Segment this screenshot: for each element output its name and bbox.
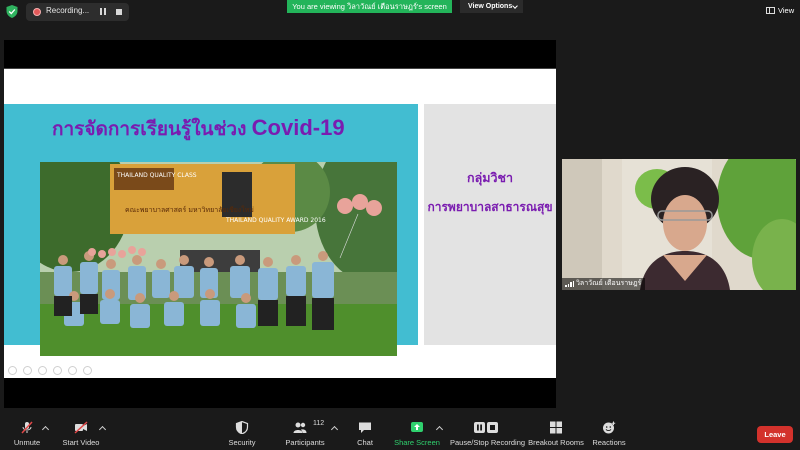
slide-subject-name: การพยาบาลสาธารณสุข (427, 200, 553, 214)
unmute-label: Unmute (13, 438, 41, 447)
slide-divider (4, 68, 556, 69)
pause-stop-recording-button[interactable]: Pause/Stop Recording (450, 415, 526, 450)
stop-recording-icon[interactable] (116, 9, 122, 15)
shared-screen: การจัดการเรียนรู้ในช่วง Covid-19 THAILAN… (4, 40, 556, 408)
breakout-rooms-button[interactable]: Breakout Rooms (528, 415, 584, 450)
breakout-rooms-icon (550, 421, 562, 434)
share-screen-icon (411, 422, 423, 432)
start-video-button[interactable]: Start Video (60, 415, 102, 450)
group-photo-image: THAILAND QUALITY CLASS THAILAND QUALITY … (40, 162, 397, 356)
group-photo: THAILAND QUALITY CLASS THAILAND QUALITY … (40, 162, 397, 356)
view-options-button[interactable]: View Options (460, 0, 523, 13)
banner-text-1: THAILAND QUALITY CLASS (116, 172, 197, 179)
leave-button[interactable]: Leave (757, 426, 793, 443)
participant-name-tag: วิลาวัณย์ เตือนราษฎร์ (562, 278, 646, 290)
recording-indicator: Recording... (26, 3, 129, 21)
slide-subject-group: กลุ่มวิชา (467, 171, 513, 185)
participants-label: Participants (285, 438, 325, 447)
banner-text-2: THAILAND QUALITY AWARD 2016 (225, 217, 326, 224)
shield-icon (235, 421, 249, 434)
slide-more-icon[interactable] (83, 366, 92, 375)
viewing-screen-banner: You are viewing วิลาวัณย์ เตือนราษฎร์'s … (287, 0, 452, 13)
pause-stop-recording-label: Pause/Stop Recording (450, 438, 526, 447)
banner-text-3: คณะพยาบาลศาสตร์ มหาวิทยาลัยเชียงใหม่ (125, 205, 254, 214)
slide-pen-icon[interactable] (38, 366, 47, 375)
participants-count: 112 (313, 420, 325, 427)
pause-stop-icon (474, 422, 498, 433)
slide-pointer-icon[interactable] (23, 366, 32, 375)
participants-button[interactable]: 112 Participants (282, 415, 328, 450)
pause-recording-icon[interactable] (100, 8, 108, 16)
unmute-button[interactable]: Unmute (8, 415, 46, 450)
share-screen-label: Share Screen (394, 438, 440, 447)
slide-controls (8, 366, 108, 376)
participants-icon (293, 422, 307, 433)
breakout-rooms-label: Breakout Rooms (528, 438, 584, 447)
view-options-label: View Options (468, 3, 513, 10)
layout-view-icon (766, 7, 775, 14)
presentation-slide: การจัดการเรียนรู้ในช่วง Covid-19 THAILAN… (4, 68, 556, 378)
participant-video-image (562, 159, 796, 290)
video-off-icon (74, 421, 88, 434)
participants-options-chevron-icon[interactable] (330, 425, 339, 434)
reactions-label: Reactions (592, 438, 626, 447)
slide-title-thai: การจัดการเรียนรู้ในช่วง (52, 119, 247, 140)
muted-mic-icon (21, 421, 33, 434)
slide-grid-icon[interactable] (53, 366, 62, 375)
reactions-smiley-icon (603, 421, 616, 434)
slide-zoom-icon[interactable] (68, 366, 77, 375)
view-button[interactable]: View (762, 4, 798, 18)
participant-video-tile[interactable]: วิลาวัณย์ เตือนราษฎร์ (562, 159, 796, 290)
slide-side-panel: กลุ่มวิชา การพยาบาลสาธารณสุข (424, 104, 556, 345)
slide-title-en: Covid-19 (251, 115, 345, 140)
zoom-meeting-window: Recording... You are viewing วิลาวัณย์ เ… (0, 0, 800, 450)
top-bar: Recording... You are viewing วิลาวัณย์ เ… (0, 0, 800, 24)
share-screen-button[interactable]: Share Screen (394, 415, 440, 450)
slide-prev-icon[interactable] (8, 366, 17, 375)
meeting-toolbar: Unmute Start Video Security 112 Particip… (0, 415, 800, 450)
chat-button[interactable]: Chat (350, 415, 380, 450)
security-label: Security (228, 438, 256, 447)
shield-check-icon[interactable] (6, 5, 18, 18)
chat-bubble-icon (359, 422, 371, 433)
chat-label: Chat (357, 438, 373, 447)
chevron-down-icon (512, 3, 518, 9)
view-label: View (778, 6, 795, 15)
signal-bars-icon (565, 281, 574, 287)
recording-label: Recording... (46, 6, 90, 15)
slide-title: การจัดการเรียนรู้ในช่วง Covid-19 (52, 114, 345, 144)
security-button[interactable]: Security (224, 415, 260, 450)
start-video-label: Start Video (62, 438, 100, 447)
reactions-button[interactable]: Reactions (590, 415, 628, 450)
participant-name: วิลาวัณย์ เตือนราษฎร์ (576, 280, 642, 287)
recording-dot-icon (33, 8, 41, 16)
